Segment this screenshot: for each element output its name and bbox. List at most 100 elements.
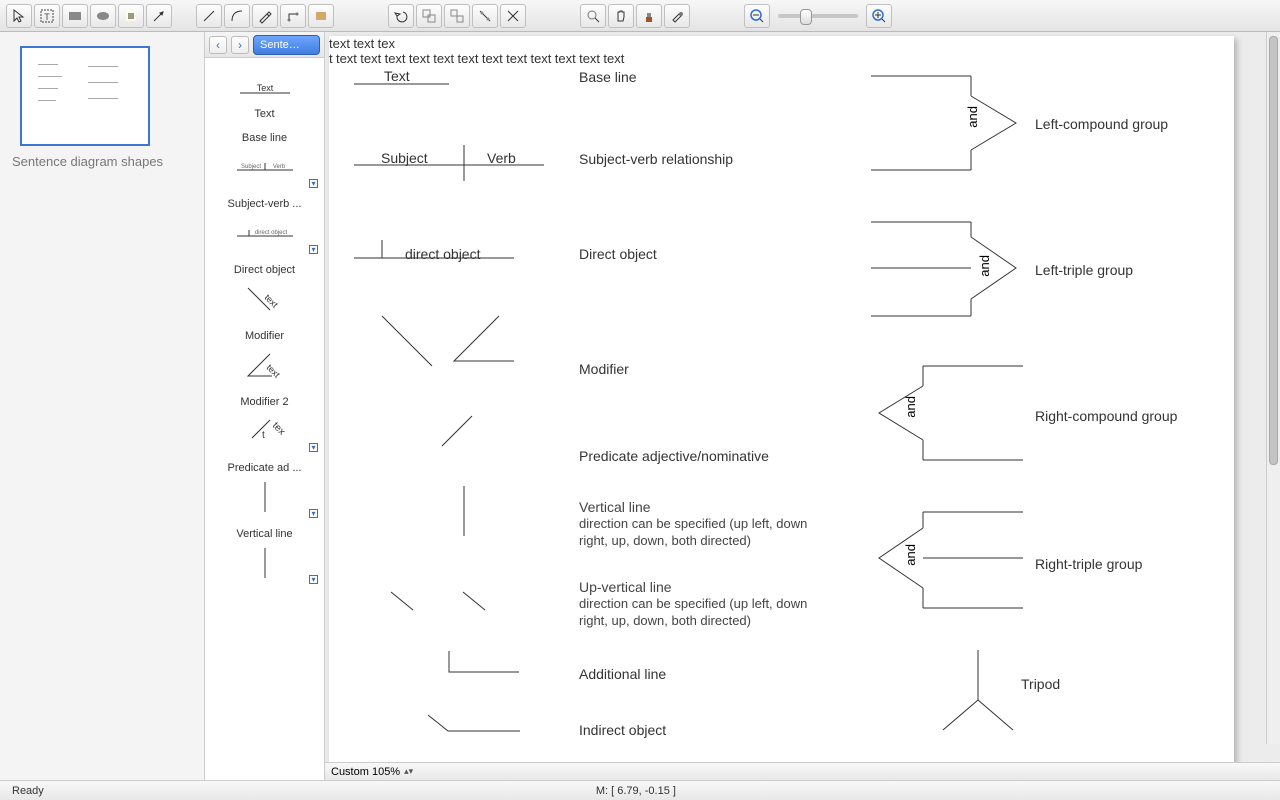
shape-mod1: text [329, 36, 350, 51]
ltrip-and: and [977, 255, 992, 277]
ltrip-t3: text [482, 51, 503, 66]
svg-text:t: t [262, 430, 265, 441]
label-addl: Additional line [579, 666, 666, 682]
pages-panel: Sentence diagram shapes [0, 32, 205, 780]
rcomp-t2: text [530, 51, 551, 66]
zoom-out-button[interactable] [744, 4, 770, 28]
note-tool[interactable] [118, 4, 144, 28]
rcomp-and: and [903, 396, 918, 418]
svg-text:Subject: Subject [240, 164, 260, 170]
pan-tool[interactable] [608, 4, 634, 28]
rcomp-t1: text [506, 51, 527, 66]
stencil-item-vline[interactable]: Vertical line ▾ [205, 520, 324, 586]
curve-tool[interactable] [224, 4, 250, 28]
snap-tool[interactable] [636, 4, 662, 28]
rtrip-and: and [903, 544, 918, 566]
ltrip-t2: text [458, 51, 479, 66]
stencil-item-label: Text [254, 108, 274, 120]
stencil-item-label: Modifier [245, 330, 284, 342]
main-area: Sentence diagram shapes ‹ › Sente… Text … [0, 32, 1280, 780]
eyedropper-tool[interactable] [664, 4, 690, 28]
status-bar: Ready M: [ 6.79, -0.15 ] [0, 780, 1280, 800]
label-upvline: Up-vertical line [579, 578, 814, 596]
svg-text:text: text [264, 362, 282, 380]
label-vline: Vertical line [579, 498, 814, 516]
ungroup-tool[interactable] [444, 4, 470, 28]
lcomp-and: and [965, 106, 980, 128]
stencil-back-button[interactable]: ‹ [209, 36, 227, 54]
label-rcomp: Right-compound group [1035, 408, 1177, 424]
label-directobj: Direct object [579, 246, 657, 262]
zoom-footer: Custom 105% ▴▾ [325, 762, 1280, 780]
align-tool[interactable] [472, 4, 498, 28]
stencil-item-text[interactable]: Text Text [205, 58, 324, 124]
ellipse-tool[interactable] [90, 4, 116, 28]
canvas-area: Text Base line Subject Verb Subject-verb… [325, 32, 1280, 780]
stencil-item-label: Subject-verb ... [228, 198, 302, 210]
stencil-selector[interactable]: Sente… [253, 35, 320, 55]
stencil-item-label: Base line [242, 132, 287, 144]
stencil-item-label: Direct object [234, 264, 295, 276]
page-thumbnail-title: Sentence diagram shapes [12, 154, 196, 169]
svg-text:Verb: Verb [272, 164, 285, 170]
pen-tool[interactable] [252, 4, 278, 28]
shape-indirect-text: text [360, 51, 381, 66]
group-tool[interactable] [416, 4, 442, 28]
lcomp-t1: text [385, 51, 406, 66]
label-baseline: Base line [579, 69, 637, 85]
stencil-item-baseline[interactable]: Base line SubjectVerb ▾ [205, 124, 324, 190]
svg-text:Text: Text [256, 83, 273, 93]
shape-verb: Verb [487, 150, 516, 166]
zoom-in-button[interactable] [866, 4, 892, 28]
top-toolbar: T [0, 0, 1280, 32]
desc-vline: direction can be specified (up left, dow… [579, 516, 814, 550]
label-rtrip: Right-triple group [1035, 556, 1142, 572]
shape-mod2: text [353, 36, 374, 51]
undo-tool[interactable] [388, 4, 414, 28]
label-tripod: Tripod [1021, 676, 1060, 692]
line-tool[interactable] [196, 4, 222, 28]
drawing-page[interactable]: Text Base line Subject Verb Subject-verb… [329, 36, 1234, 762]
connector-tool[interactable] [280, 4, 306, 28]
desc-upvline: direction can be specified (up left, dow… [579, 596, 814, 630]
canvas-viewport[interactable]: Text Base line Subject Verb Subject-verb… [325, 32, 1280, 762]
stencil-item-label: Modifier 2 [240, 396, 288, 408]
svg-text:direct object: direct object [254, 230, 287, 236]
shape-addl-text: text [336, 51, 357, 66]
stencil-panel: ‹ › Sente… Text Text Base line Subject Ve… [205, 32, 325, 780]
distribute-tool[interactable] [500, 4, 526, 28]
arrow-tool[interactable] [146, 4, 172, 28]
stencil-forward-button[interactable]: › [231, 36, 249, 54]
stencil-item-modifier2[interactable]: Modifier 2 text ▾ [205, 388, 324, 454]
vline-block: Vertical line direction can be specified… [579, 498, 814, 550]
rectangle-tool[interactable] [62, 4, 88, 28]
label-ltrip: Left-triple group [1035, 262, 1133, 278]
stencil-header: ‹ › Sente… [205, 32, 324, 58]
stencil-item-subjverb[interactable]: Subject-verb ... direct object ▾ [205, 190, 324, 256]
rtrip-t3: text [603, 51, 624, 66]
lcomp-t2: text [409, 51, 430, 66]
stencil-item-modifier[interactable]: Modifier text [205, 322, 324, 388]
stencil-item-label: Predicate ad ... [228, 462, 302, 474]
stamp-tool[interactable] [308, 4, 334, 28]
label-lcomp: Left-compound group [1035, 116, 1168, 132]
text-tool[interactable]: T [34, 4, 60, 28]
select-tool[interactable] [6, 4, 32, 28]
rtrip-t1: text [555, 51, 576, 66]
zoom-slider[interactable] [778, 14, 858, 18]
label-indirect: Indirect object [579, 722, 666, 738]
rtrip-t2: text [579, 51, 600, 66]
status-coords: M: [ 6.79, -0.15 ] [44, 785, 1228, 797]
label-subjverb: Subject-verb relationship [579, 151, 733, 167]
label-modifier: Modifier [579, 361, 629, 377]
stencil-item-predadj[interactable]: Predicate ad ... ▾ [205, 454, 324, 520]
svg-text:tex: tex [269, 420, 286, 437]
page-thumbnail[interactable] [20, 46, 150, 146]
shape-subj: Subject [381, 150, 428, 166]
stencil-list: Text Text Base line SubjectVerb ▾ Subjec… [205, 58, 324, 780]
vertical-scrollbar[interactable] [1266, 32, 1280, 744]
stencil-item-direct[interactable]: Direct object text [205, 256, 324, 322]
shape-baseline-text: Text [384, 68, 410, 84]
zoom-tool[interactable] [580, 4, 606, 28]
label-predadj: Predicate adjective/nominative [579, 448, 769, 464]
